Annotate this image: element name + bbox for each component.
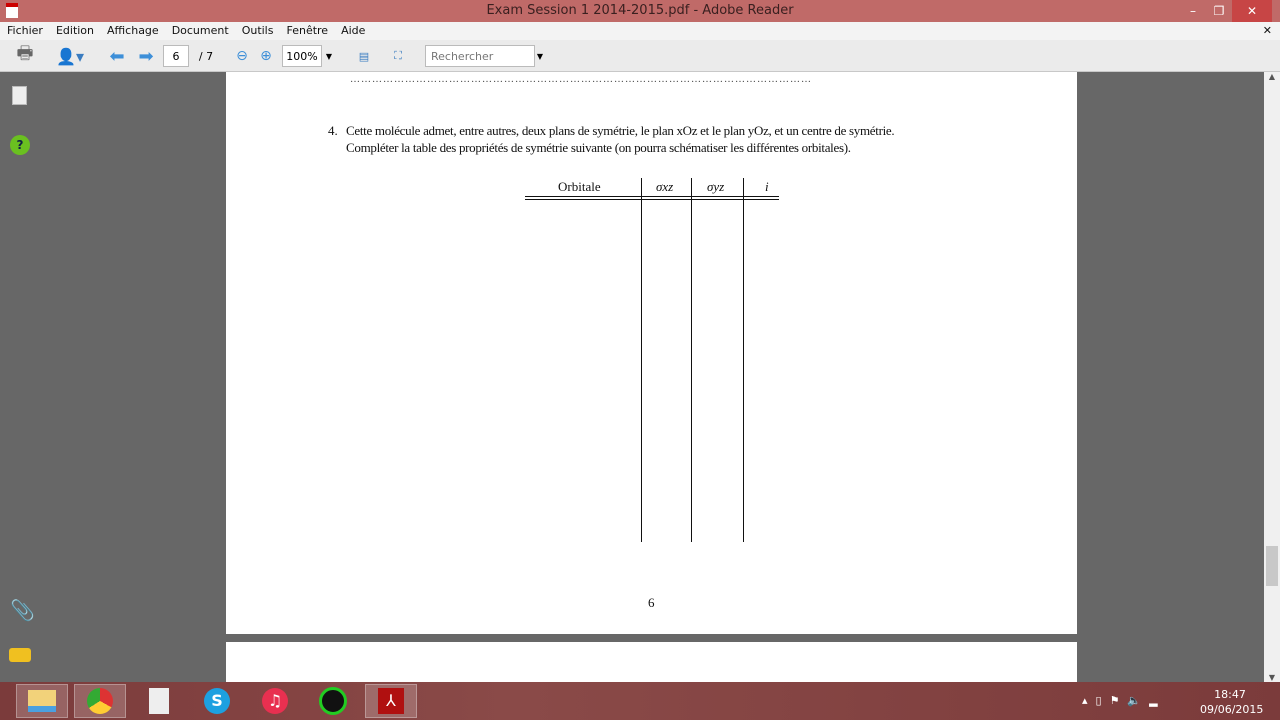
- zoom-dropdown-icon[interactable]: ▼: [323, 45, 335, 67]
- document-icon[interactable]: [133, 684, 185, 718]
- adobe-reader-icon: [6, 3, 18, 18]
- clock-time: 18:47: [1214, 688, 1246, 701]
- table-column-divider: [691, 178, 692, 542]
- close-button[interactable]: ✕: [1232, 0, 1272, 22]
- search-dropdown-icon[interactable]: ▼: [535, 45, 545, 67]
- help-icon[interactable]: ?: [10, 135, 30, 155]
- vertical-scrollbar[interactable]: ▲ ▼: [1264, 72, 1280, 682]
- table-column-divider: [743, 178, 744, 542]
- page-number-input[interactable]: 6: [163, 45, 189, 67]
- attachment-icon[interactable]: 📎: [10, 598, 35, 622]
- menu-outils[interactable]: Outils: [242, 22, 274, 40]
- question-text-line1: Cette molécule admet, entre autres, deux…: [346, 123, 895, 138]
- menu-edition[interactable]: Edition: [56, 22, 94, 40]
- clock[interactable]: 18:47 09/06/2015: [1200, 687, 1264, 717]
- table-header-orbitale: Orbitale: [558, 179, 601, 194]
- title-bar: Exam Session 1 2014-2015.pdf - Adobe Rea…: [0, 0, 1280, 22]
- clock-date: 09/06/2015: [1200, 703, 1264, 716]
- menu-aide[interactable]: Aide: [341, 22, 365, 40]
- table-header-i: i: [765, 179, 769, 194]
- page-total: / 7: [198, 49, 214, 63]
- menu-document[interactable]: Document: [172, 22, 229, 40]
- comments-icon[interactable]: [9, 648, 31, 662]
- table-header-sigma-xz: σxz: [656, 179, 674, 194]
- chrome-icon[interactable]: [74, 684, 126, 718]
- table-header-sigma-yz: σyz: [707, 179, 725, 194]
- navigation-pane: ? 📎: [0, 72, 226, 682]
- taskbar: S ♫ ⅄ ▴▯⚑🔈▂ 18:47 09/06/2015: [0, 682, 1280, 720]
- share-icon[interactable]: 👤▾: [52, 45, 88, 67]
- adobe-reader-taskbar-icon[interactable]: ⅄: [365, 684, 417, 718]
- window-title: Exam Session 1 2014-2015.pdf - Adobe Rea…: [486, 3, 794, 18]
- menu-fichier[interactable]: Fichier: [7, 22, 43, 40]
- table-header-rule: [525, 196, 779, 200]
- table-column-divider: [641, 178, 642, 542]
- zoom-in-icon[interactable]: ⊕: [257, 45, 275, 67]
- system-tray-icons[interactable]: ▴▯⚑🔈▂: [1082, 694, 1166, 707]
- search-input[interactable]: Rechercher: [425, 45, 535, 67]
- question-number: 4.: [328, 123, 338, 138]
- fit-width-icon[interactable]: ▤: [354, 45, 374, 67]
- page-number: 6: [648, 595, 655, 610]
- itunes-icon[interactable]: ♫: [249, 684, 301, 718]
- menu-affichage[interactable]: Affichage: [107, 22, 159, 40]
- print-icon[interactable]: 🖶: [12, 43, 38, 67]
- toolbar: 🖶 👤▾ ⬅ ➡ 6 / 7 ⊖ ⊕ 100% ▼ ▤ ⛶ Rechercher…: [0, 40, 1280, 72]
- answer-dots: ……………………………………………………………………………………………………………: [350, 74, 812, 85]
- scroll-up-icon[interactable]: ▲: [1264, 72, 1280, 81]
- zoom-level-input[interactable]: 100%: [282, 45, 322, 67]
- close-document-button[interactable]: ✕: [1263, 22, 1272, 39]
- zoom-out-icon[interactable]: ⊖: [233, 45, 251, 67]
- pages-icon[interactable]: [12, 86, 27, 105]
- question-text-line2: Compléter la table des propriétés de sym…: [346, 140, 851, 155]
- minimize-button[interactable]: –: [1180, 0, 1206, 22]
- fit-page-icon[interactable]: ⛶: [388, 45, 408, 67]
- file-explorer-icon[interactable]: [16, 684, 68, 718]
- next-page-icon[interactable]: ➡: [135, 45, 157, 67]
- previous-page-icon[interactable]: ⬅: [106, 45, 128, 67]
- next-pdf-page: [226, 642, 1077, 682]
- pdf-page: ……………………………………………………………………………………………………………: [226, 72, 1077, 634]
- skype-icon[interactable]: S: [191, 684, 243, 718]
- maximize-button[interactable]: ❐: [1206, 0, 1232, 22]
- menu-fenetre[interactable]: Fenêtre: [286, 22, 328, 40]
- sync-app-icon[interactable]: [307, 684, 359, 718]
- scrollbar-thumb[interactable]: [1266, 546, 1278, 586]
- scroll-down-icon[interactable]: ▼: [1264, 673, 1280, 682]
- menu-bar: Fichier Edition Affichage Document Outil…: [0, 22, 1280, 40]
